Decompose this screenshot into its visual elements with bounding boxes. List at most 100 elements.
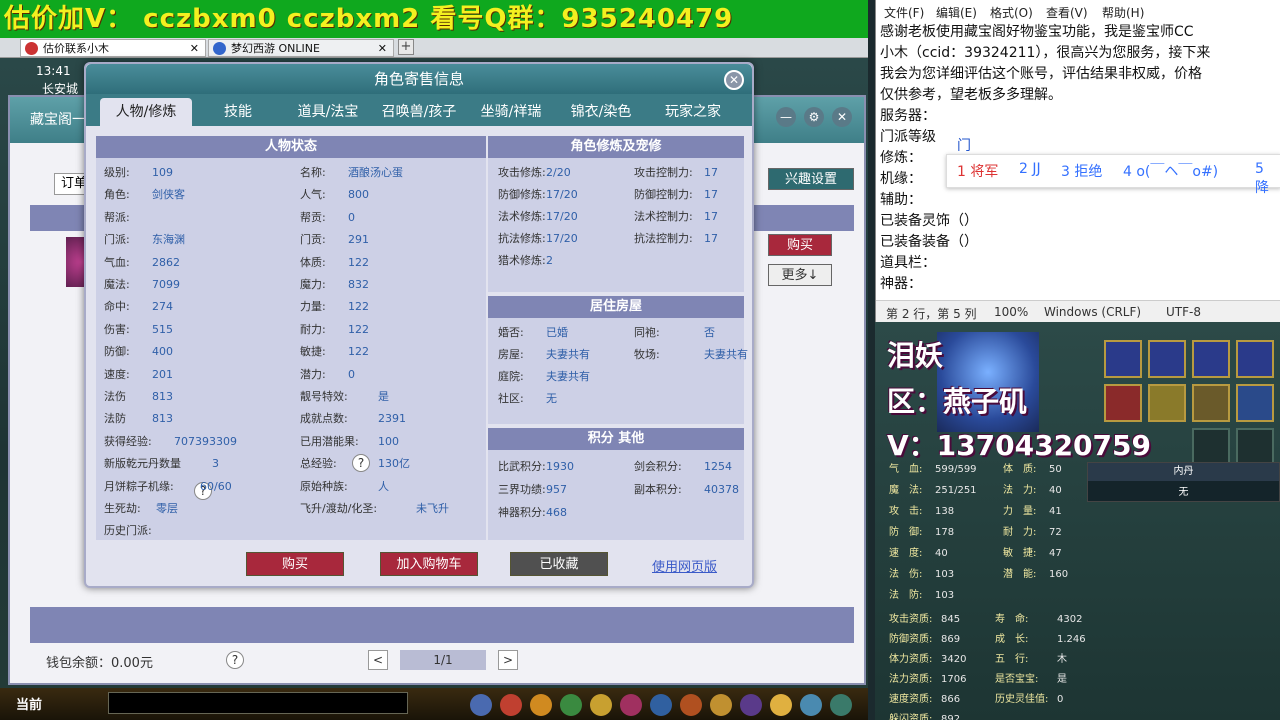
field-label: 伤害: bbox=[104, 322, 130, 336]
empty-slot-icon bbox=[1192, 428, 1230, 466]
map-icon[interactable] bbox=[800, 694, 822, 716]
browser-tab-game[interactable]: 梦幻西游 ONLINE ✕ bbox=[208, 39, 394, 57]
field-label: 副本积分: bbox=[634, 483, 682, 496]
equip-slot-icon[interactable] bbox=[1236, 340, 1274, 378]
field-value: 7099 bbox=[152, 278, 180, 291]
item-icon[interactable] bbox=[500, 694, 522, 716]
more-button[interactable]: 更多↓ bbox=[768, 264, 832, 286]
field-label: 新版乾元丹数量 bbox=[104, 457, 181, 471]
equip-slot-icon[interactable] bbox=[1192, 340, 1230, 378]
stat-value: 845 bbox=[941, 614, 961, 625]
equip-slot-icon[interactable] bbox=[1148, 340, 1186, 378]
menu-help[interactable]: 帮助(H) bbox=[1102, 4, 1144, 21]
gift-icon[interactable] bbox=[590, 694, 612, 716]
menu-view[interactable]: 查看(V) bbox=[1046, 4, 1088, 21]
menu-edit[interactable]: 编辑(E) bbox=[936, 4, 977, 21]
browser-tab-bar: 估价联系小木 ✕ 梦幻西游 ONLINE ✕ + bbox=[0, 38, 868, 58]
equip-slot-icon[interactable] bbox=[1104, 340, 1142, 378]
info-row: 三界功绩:957 bbox=[498, 481, 567, 497]
info-row: 剑会积分: 1254 bbox=[634, 458, 732, 474]
prev-page-button[interactable]: < bbox=[368, 650, 388, 670]
equip-slot-icon[interactable] bbox=[1104, 384, 1142, 422]
ime-candidate[interactable]: 3 拒绝 bbox=[1061, 161, 1102, 181]
pet-stat: 潜 能: 160 bbox=[1003, 565, 1068, 580]
close-icon[interactable]: ✕ bbox=[190, 40, 199, 58]
next-page-button[interactable]: > bbox=[498, 650, 518, 670]
tab-home[interactable]: 玩家之家 bbox=[652, 98, 734, 126]
field-value: 2391 bbox=[378, 412, 406, 426]
field-label: 潜力: bbox=[300, 367, 326, 381]
status-row: 历史门派: bbox=[104, 522, 156, 538]
info-row: 抗法修炼:17/20 bbox=[498, 230, 578, 246]
pet-stat: 气 血: 599/599 bbox=[889, 460, 977, 475]
team-icon[interactable] bbox=[560, 694, 582, 716]
field-label: 攻击控制力: bbox=[634, 166, 693, 179]
pet-stat: 速 度: 40 bbox=[889, 544, 948, 559]
pet-icon[interactable] bbox=[530, 694, 552, 716]
stat-label: 寿 命: bbox=[995, 614, 1029, 625]
minimize-icon[interactable]: — bbox=[776, 107, 796, 127]
emote-icon[interactable] bbox=[770, 694, 792, 716]
tab-items[interactable]: 道具/法宝 bbox=[286, 98, 370, 126]
status-row: 级别: 109 bbox=[104, 164, 173, 180]
field-value: 291 bbox=[348, 233, 369, 247]
close-icon[interactable]: ✕ bbox=[378, 40, 387, 58]
interest-settings-button[interactable]: 兴趣设置 bbox=[768, 168, 854, 190]
dialog-close-icon[interactable]: ✕ bbox=[724, 70, 744, 90]
guild-icon[interactable] bbox=[710, 694, 732, 716]
tab-outfits[interactable]: 锦衣/染色 bbox=[560, 98, 642, 126]
buy-button[interactable]: 购买 bbox=[246, 552, 344, 576]
inner-core-title: 内丹 bbox=[1088, 463, 1279, 481]
ime-candidate[interactable]: 2 JJ bbox=[1019, 161, 1041, 177]
info-row: 防御控制力: 17 bbox=[634, 186, 718, 202]
tab-character[interactable]: 人物/修炼 bbox=[100, 98, 192, 126]
status-row: 速度: 201 bbox=[104, 366, 173, 382]
ime-candidate[interactable]: 4 o(￣ヘ￣o#) bbox=[1123, 161, 1218, 181]
equip-slot-icon[interactable] bbox=[1192, 384, 1230, 422]
pet-stat: 攻击资质: 845 bbox=[889, 610, 960, 625]
info-row: 庭院: 夫妻共有 bbox=[498, 368, 590, 384]
tab-skills[interactable]: 技能 bbox=[198, 98, 278, 126]
field-label: 帮贡: bbox=[300, 210, 326, 224]
stat-label: 速 度: bbox=[889, 548, 923, 559]
status-row: 获得经验: 707393309 bbox=[104, 433, 237, 449]
tab-mounts[interactable]: 坐骑/祥瑞 bbox=[470, 98, 552, 126]
side-buy-button[interactable]: 购买 bbox=[768, 234, 832, 256]
role-sale-dialog: 角色寄售信息 ✕ 人物/修炼 技能 道具/法宝 召唤兽/孩子 坐骑/祥瑞 锦衣/… bbox=[84, 62, 754, 588]
field-value: 夫妻共有 bbox=[546, 370, 590, 383]
skill-icon[interactable] bbox=[470, 694, 492, 716]
favorited-button[interactable]: 已收藏 bbox=[510, 552, 608, 576]
task-icon[interactable] bbox=[650, 694, 672, 716]
status-row: 法伤 813 bbox=[104, 388, 173, 404]
ime-candidate[interactable]: 1 将军 bbox=[957, 161, 998, 181]
new-tab-button[interactable]: + bbox=[398, 39, 414, 55]
status-row: 成就点数: 2391 bbox=[300, 410, 406, 426]
status-row: 原始种族: 人 bbox=[300, 478, 389, 494]
info-row: 婚否: 已婚 bbox=[498, 324, 568, 340]
system-icon[interactable] bbox=[740, 694, 762, 716]
field-value: 40378 bbox=[704, 483, 739, 496]
settings-icon[interactable] bbox=[830, 694, 852, 716]
field-value: 800 bbox=[348, 188, 369, 202]
stat-value: 40 bbox=[935, 548, 948, 559]
status-row: 体质: 122 bbox=[300, 254, 369, 270]
social-icon[interactable] bbox=[620, 694, 642, 716]
shop-icon[interactable] bbox=[680, 694, 702, 716]
chat-input[interactable] bbox=[108, 692, 408, 714]
menu-file[interactable]: 文件(F) bbox=[884, 4, 924, 21]
equip-slot-icon[interactable] bbox=[1148, 384, 1186, 422]
gear-icon[interactable]: ⚙ bbox=[804, 107, 824, 127]
field-value: 515 bbox=[152, 322, 173, 336]
field-label: 力量: bbox=[300, 300, 326, 314]
browser-tab-estimate[interactable]: 估价联系小木 ✕ bbox=[20, 39, 206, 57]
web-version-link[interactable]: 使用网页版 bbox=[652, 556, 717, 575]
tab-summons[interactable]: 召唤兽/孩子 bbox=[376, 98, 462, 126]
close-icon[interactable]: ✕ bbox=[832, 107, 852, 127]
ime-candidate[interactable]: 5 降 bbox=[1255, 161, 1280, 197]
add-to-cart-button[interactable]: 加入购物车 bbox=[380, 552, 478, 576]
status-row: 魔力: 832 bbox=[300, 276, 369, 292]
info-row: 防御修炼:17/20 bbox=[498, 186, 578, 202]
equip-slot-icon[interactable] bbox=[1236, 384, 1274, 422]
help-icon[interactable]: ? bbox=[226, 651, 244, 669]
menu-format[interactable]: 格式(O) bbox=[990, 4, 1033, 21]
